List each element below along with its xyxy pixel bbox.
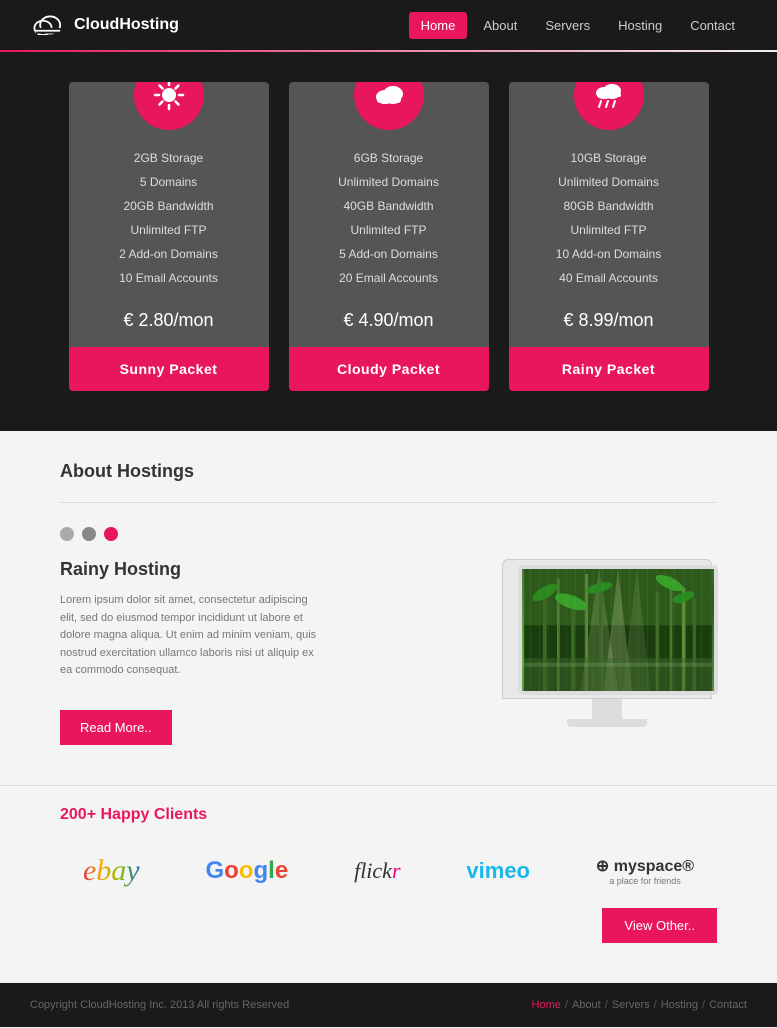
- rainy-icon: [574, 82, 644, 130]
- sunny-price: € 2.80/mon: [123, 310, 213, 331]
- rainy-price: € 8.99/mon: [563, 310, 653, 331]
- logo: CloudHosting: [30, 15, 179, 35]
- footer-servers[interactable]: Servers: [612, 999, 650, 1011]
- screen-content: [522, 569, 714, 691]
- monitor-neck: [592, 699, 622, 719]
- cloudy-features: 6GB Storage Unlimited Domains 40GB Bandw…: [328, 146, 449, 290]
- sunny-features: 2GB Storage 5 Domains 20GB Bandwidth Unl…: [109, 146, 228, 290]
- about-divider: [60, 502, 717, 503]
- footer-links: Home / About / Servers / Hosting / Conta…: [532, 999, 747, 1011]
- rain-svg: [591, 82, 627, 113]
- clients-label: Happy Clients: [101, 806, 208, 823]
- cloud-svg: [371, 82, 407, 113]
- about-section-title: About Hostings: [60, 461, 717, 482]
- nav-home[interactable]: Home: [409, 12, 468, 39]
- monitor-screen: [518, 565, 718, 695]
- footer-home[interactable]: Home: [532, 999, 561, 1011]
- dot-3-active[interactable]: [104, 527, 118, 541]
- about-subtitle: Rainy Hosting: [60, 559, 477, 580]
- footer-hosting[interactable]: Hosting: [661, 999, 698, 1011]
- monitor-bezel: [502, 559, 712, 699]
- pricing-section: 2GB Storage 5 Domains 20GB Bandwidth Unl…: [0, 52, 777, 431]
- rainy-icon-wrap: [574, 82, 644, 130]
- rainy-packet-button[interactable]: Rainy Packet: [509, 347, 709, 391]
- navbar: CloudHosting Home About Servers Hosting …: [0, 0, 777, 50]
- nav-links: Home About Servers Hosting Contact: [409, 12, 747, 39]
- clients-count: 200+: [60, 806, 96, 823]
- dot-2[interactable]: [82, 527, 96, 541]
- dot-1[interactable]: [60, 527, 74, 541]
- clearfix: View Other..: [60, 888, 717, 943]
- cloudy-price: € 4.90/mon: [343, 310, 433, 331]
- vimeo-logo: vimeo: [466, 858, 530, 884]
- about-section: About Hostings Rainy Hosting Lorem ipsum…: [0, 431, 777, 785]
- about-body: Lorem ipsum dolor sit amet, consectetur …: [60, 592, 320, 680]
- logo-text: CloudHosting: [74, 16, 179, 34]
- cloudy-icon-wrap: [354, 82, 424, 130]
- logo-icon: [30, 15, 66, 35]
- clients-logos: ebay Google flickr vimeo ⊕ myspace® a pl…: [60, 854, 717, 888]
- sunny-packet-button[interactable]: Sunny Packet: [69, 347, 269, 391]
- read-more-button[interactable]: Read More..: [60, 710, 172, 745]
- nav-about[interactable]: About: [471, 12, 529, 39]
- nav-contact[interactable]: Contact: [678, 12, 747, 39]
- rainy-features: 10GB Storage Unlimited Domains 80GB Band…: [546, 146, 671, 290]
- footer: Copyright CloudHosting Inc. 2013 All rig…: [0, 983, 777, 1027]
- sunny-icon-wrap: [134, 82, 204, 130]
- clients-title: 200+ Happy Clients: [60, 806, 717, 824]
- sunny-icon: [134, 82, 204, 130]
- nav-hosting[interactable]: Hosting: [606, 12, 674, 39]
- pricing-card-sunny: 2GB Storage 5 Domains 20GB Bandwidth Unl…: [69, 82, 269, 391]
- google-logo: Google: [205, 857, 288, 885]
- monitor-foot: [567, 719, 647, 727]
- cloudy-icon: [354, 82, 424, 130]
- monitor-image: [497, 559, 717, 727]
- pricing-card-cloudy: 6GB Storage Unlimited Domains 40GB Bandw…: [289, 82, 489, 391]
- flickr-logo: flickr: [354, 858, 400, 884]
- footer-contact[interactable]: Contact: [709, 999, 747, 1011]
- cloudy-packet-button[interactable]: Cloudy Packet: [289, 347, 489, 391]
- dot-selector: [60, 527, 717, 541]
- about-text-col: Rainy Hosting Lorem ipsum dolor sit amet…: [60, 559, 477, 745]
- clients-section: 200+ Happy Clients ebay Google flickr vi…: [0, 785, 777, 983]
- sun-svg: [151, 82, 187, 113]
- nav-servers[interactable]: Servers: [533, 12, 602, 39]
- ebay-logo: ebay: [83, 854, 140, 888]
- myspace-logo: ⊕ myspace® a place for friends: [596, 856, 694, 886]
- about-image-col: [497, 559, 717, 727]
- about-content: Rainy Hosting Lorem ipsum dolor sit amet…: [60, 559, 717, 745]
- view-other-button[interactable]: View Other..: [602, 908, 717, 943]
- footer-about[interactable]: About: [572, 999, 601, 1011]
- footer-copyright: Copyright CloudHosting Inc. 2013 All rig…: [30, 999, 289, 1011]
- pricing-card-rainy: 10GB Storage Unlimited Domains 80GB Band…: [509, 82, 709, 391]
